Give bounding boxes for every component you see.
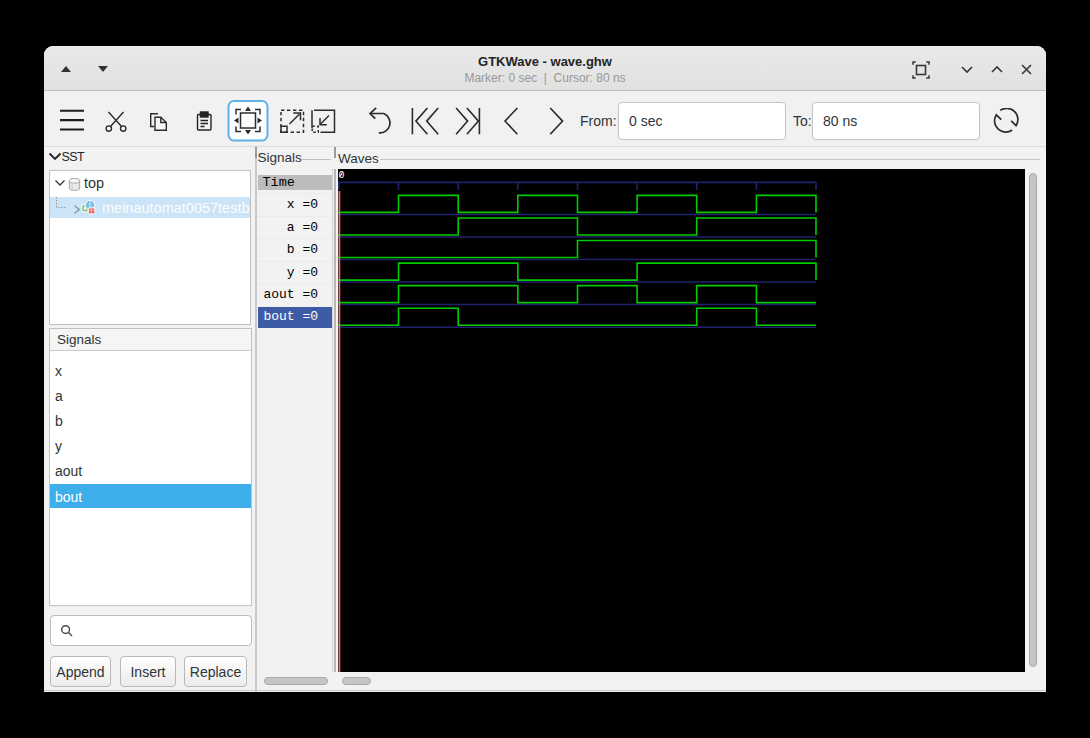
svg-text:0: 0 [338, 170, 344, 181]
